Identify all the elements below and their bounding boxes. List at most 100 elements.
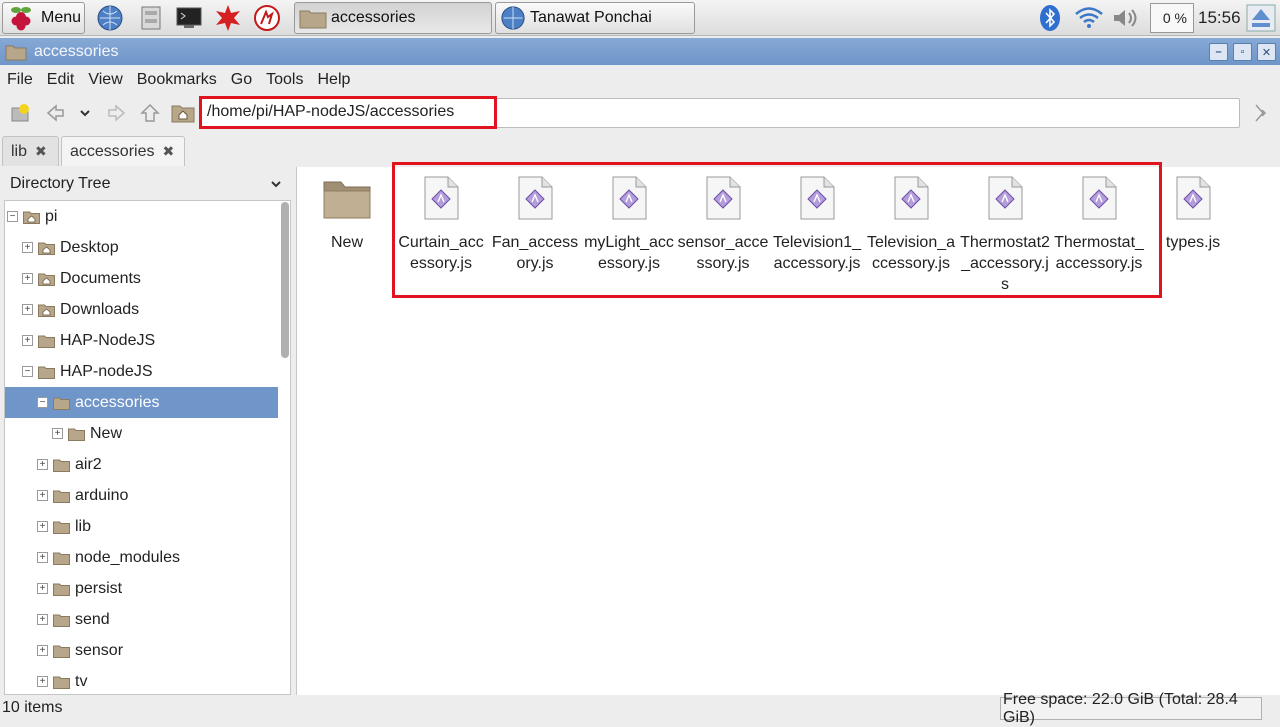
tree-item[interactable]: + HAP-NodeJS xyxy=(5,325,278,356)
menu-button[interactable]: Menu xyxy=(2,2,85,34)
expand-icon[interactable]: + xyxy=(22,335,33,346)
minimize-button[interactable]: – xyxy=(1209,43,1228,61)
tab-lib[interactable]: lib ✖ xyxy=(2,136,59,166)
collapse-icon[interactable]: − xyxy=(37,397,48,408)
expand-icon[interactable]: + xyxy=(37,459,48,470)
tree-item[interactable]: + Desktop xyxy=(5,232,278,263)
file-manager-icon[interactable] xyxy=(137,4,165,32)
file-item[interactable]: sensor_accessory.js xyxy=(676,172,770,274)
tree-item[interactable]: + Documents xyxy=(5,263,278,294)
tree-item[interactable]: + arduino xyxy=(5,480,278,511)
new-tab-button[interactable] xyxy=(8,100,34,126)
maximize-button[interactable]: ▫ xyxy=(1233,43,1252,61)
file-item[interactable]: Television_accessory.js xyxy=(864,172,958,274)
expand-icon[interactable]: + xyxy=(37,645,48,656)
expand-icon[interactable]: + xyxy=(52,428,63,439)
tree-item[interactable]: − HAP-nodeJS xyxy=(5,356,278,387)
tree-item[interactable]: + Downloads xyxy=(5,294,278,325)
folder-icon xyxy=(53,582,70,596)
path-input[interactable] xyxy=(207,103,807,121)
clock-time: 15:56 xyxy=(1198,8,1241,27)
tree-item[interactable]: + lib xyxy=(5,511,278,542)
menu-tools[interactable]: Tools xyxy=(259,71,310,89)
menu-help[interactable]: Help xyxy=(310,71,357,89)
expand-icon[interactable]: + xyxy=(37,490,48,501)
folder-icon xyxy=(38,334,55,348)
tab-accessories[interactable]: accessories ✖ xyxy=(61,136,185,166)
javascript-file-icon xyxy=(609,176,649,220)
file-item[interactable]: Thermostat2_accessory.js xyxy=(958,172,1052,295)
tree-item-label: send xyxy=(75,610,110,628)
close-tab-icon[interactable]: ✖ xyxy=(162,143,174,160)
expand-icon[interactable]: + xyxy=(22,273,33,284)
menu-edit[interactable]: Edit xyxy=(40,71,82,89)
tree-item[interactable]: − accessories xyxy=(5,387,278,418)
expand-icon[interactable]: + xyxy=(37,614,48,625)
close-tab-icon[interactable]: ✖ xyxy=(35,143,47,160)
tree-item-label: Documents xyxy=(60,269,141,287)
taskbar-window-label: Tanawat Ponchai xyxy=(530,9,652,26)
file-item[interactable]: myLight_accessory.js xyxy=(582,172,676,274)
tree-item-label: Downloads xyxy=(60,300,140,318)
folder-icon xyxy=(38,365,55,379)
sidebar-scrollbar[interactable] xyxy=(281,202,289,358)
expand-icon[interactable]: + xyxy=(37,583,48,594)
tree-item[interactable]: + tv xyxy=(5,666,278,697)
eject-icon[interactable] xyxy=(1246,4,1276,32)
collapse-icon[interactable]: − xyxy=(7,211,18,222)
taskbar-window-tanawat[interactable]: Tanawat Ponchai xyxy=(495,2,695,34)
home-folder-icon xyxy=(171,105,195,123)
expand-icon[interactable]: + xyxy=(22,304,33,315)
cpu-monitor[interactable]: 0 % xyxy=(1150,3,1194,33)
bluetooth-icon[interactable] xyxy=(1038,4,1062,32)
clock[interactable]: 15:56 xyxy=(1198,0,1241,36)
volume-icon[interactable] xyxy=(1110,4,1142,32)
terminal-icon[interactable] xyxy=(175,4,203,32)
go-button[interactable] xyxy=(1248,100,1274,126)
raspberry-icon xyxy=(11,7,31,31)
sidebar-mode-select[interactable]: Directory Tree xyxy=(4,167,291,201)
web-browser-icon[interactable] xyxy=(96,4,124,32)
file-name: Fan_accessory.js xyxy=(491,234,579,272)
tree-item[interactable]: + air2 xyxy=(5,449,278,480)
menu-view[interactable]: View xyxy=(81,71,129,89)
file-item[interactable]: Curtain_accessory.js xyxy=(394,172,488,274)
tree-item[interactable]: + New xyxy=(5,418,278,449)
tree-item[interactable]: + node_modules xyxy=(5,542,278,573)
menu-file[interactable]: File xyxy=(0,71,40,89)
back-arrow-icon xyxy=(46,104,64,122)
tree-item[interactable]: + send xyxy=(5,604,278,635)
tree-item[interactable]: − pi xyxy=(5,201,278,232)
close-button[interactable]: ✕ xyxy=(1257,43,1276,61)
history-dropdown-button[interactable] xyxy=(72,100,98,126)
tree-item-label: tv xyxy=(75,672,88,690)
forward-button[interactable] xyxy=(104,100,130,126)
wolfram-icon[interactable] xyxy=(253,4,281,32)
file-item[interactable]: Fan_accessory.js xyxy=(488,172,582,274)
file-item[interactable]: Television1_accessory.js xyxy=(770,172,864,274)
expand-icon[interactable]: + xyxy=(37,552,48,563)
expand-icon[interactable]: + xyxy=(37,521,48,532)
tree-item[interactable]: + persist xyxy=(5,573,278,604)
expand-icon[interactable]: + xyxy=(37,676,48,687)
window-titlebar[interactable]: accessories xyxy=(0,38,1280,65)
collapse-icon[interactable]: − xyxy=(22,366,33,377)
file-name: Thermostat_accessory.js xyxy=(1054,234,1144,272)
file-item[interactable]: types.js xyxy=(1146,172,1240,253)
file-item[interactable]: Thermostat_accessory.js xyxy=(1052,172,1146,274)
wifi-icon[interactable] xyxy=(1073,4,1105,32)
home-button[interactable] xyxy=(170,100,196,126)
up-button[interactable] xyxy=(137,100,163,126)
tree-item-label: pi xyxy=(45,207,58,225)
location-bar[interactable] xyxy=(200,98,1240,128)
menu-go[interactable]: Go xyxy=(224,71,259,89)
taskbar-window-accessories[interactable]: accessories xyxy=(294,2,492,34)
tree-item[interactable]: + sensor xyxy=(5,635,278,666)
free-space: Free space: 22.0 GiB (Total: 28.4 GiB) xyxy=(1000,691,1262,726)
chevron-down-icon xyxy=(80,110,90,117)
folder-item[interactable]: New xyxy=(300,172,394,253)
menu-bookmarks[interactable]: Bookmarks xyxy=(130,71,224,89)
mathematica-icon[interactable] xyxy=(214,4,242,32)
back-button[interactable] xyxy=(42,100,68,126)
expand-icon[interactable]: + xyxy=(22,242,33,253)
